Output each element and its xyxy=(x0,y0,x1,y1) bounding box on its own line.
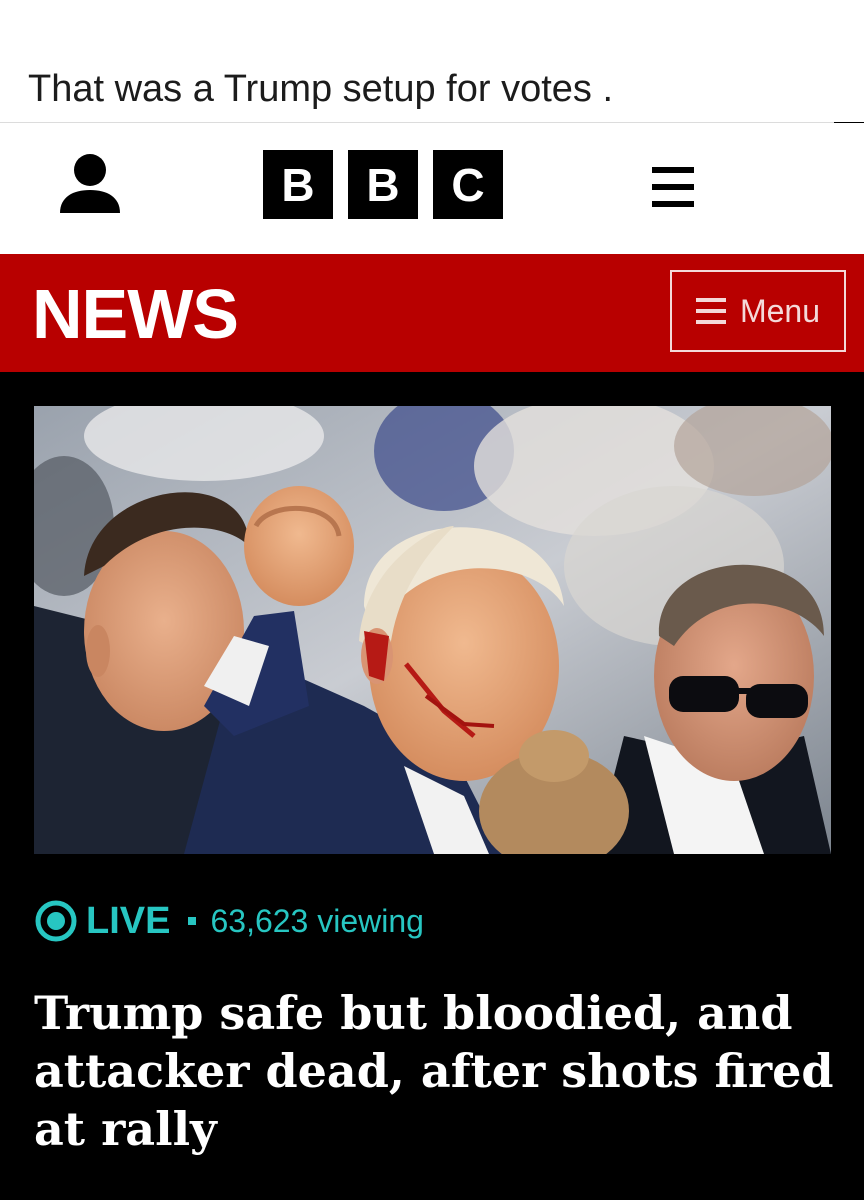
post-caption-text: That was a Trump setup for votes . xyxy=(28,68,614,110)
hamburger-icon xyxy=(652,167,694,207)
main-menu-button[interactable] xyxy=(652,165,694,209)
live-dot-icon xyxy=(35,900,77,942)
account-button[interactable] xyxy=(55,151,125,221)
bbc-logo-letter: C xyxy=(433,150,503,219)
hero-photo-illustration xyxy=(34,406,831,854)
post-caption: That was a Trump setup for votes . xyxy=(0,0,864,122)
news-title[interactable]: NEWS xyxy=(32,272,239,356)
hero-photo[interactable] xyxy=(34,406,831,854)
live-separator xyxy=(188,917,197,925)
menu-button[interactable]: Menu xyxy=(670,270,846,352)
article-headline[interactable]: Trump safe but bloodied, and attacker de… xyxy=(34,984,834,1158)
live-indicator[interactable]: LIVE 63,623 viewing xyxy=(34,895,424,947)
news-bar: NEWS Menu xyxy=(0,254,864,372)
menu-label: Menu xyxy=(739,293,821,329)
live-label: LIVE xyxy=(86,899,171,942)
bbc-logo[interactable]: B B C xyxy=(263,150,503,219)
person-icon xyxy=(60,154,120,213)
bbc-logo-letter: B xyxy=(263,150,333,219)
viewer-count: 63,623 viewing xyxy=(210,902,424,939)
bbc-logo-letter: B xyxy=(348,150,418,219)
hamburger-icon xyxy=(695,298,726,324)
bbc-header: B B C xyxy=(0,123,864,254)
